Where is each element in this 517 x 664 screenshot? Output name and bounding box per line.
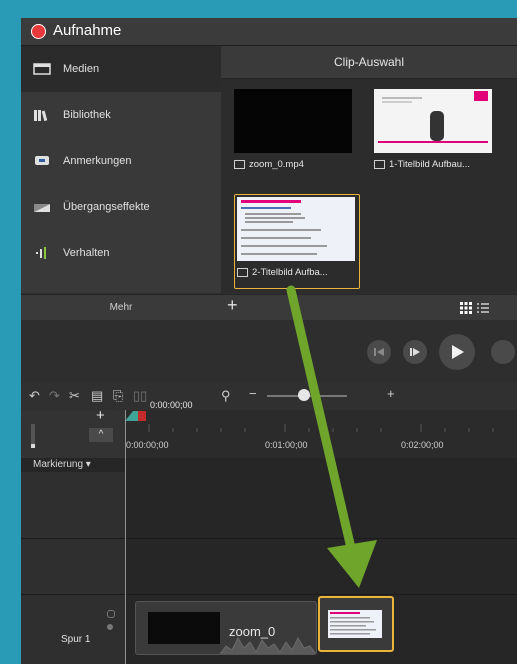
camtasia-window: Aufnahme Medien Bibliothek Anmerkungen Ü… — [21, 18, 517, 664]
drag-arrow-icon — [286, 285, 377, 588]
